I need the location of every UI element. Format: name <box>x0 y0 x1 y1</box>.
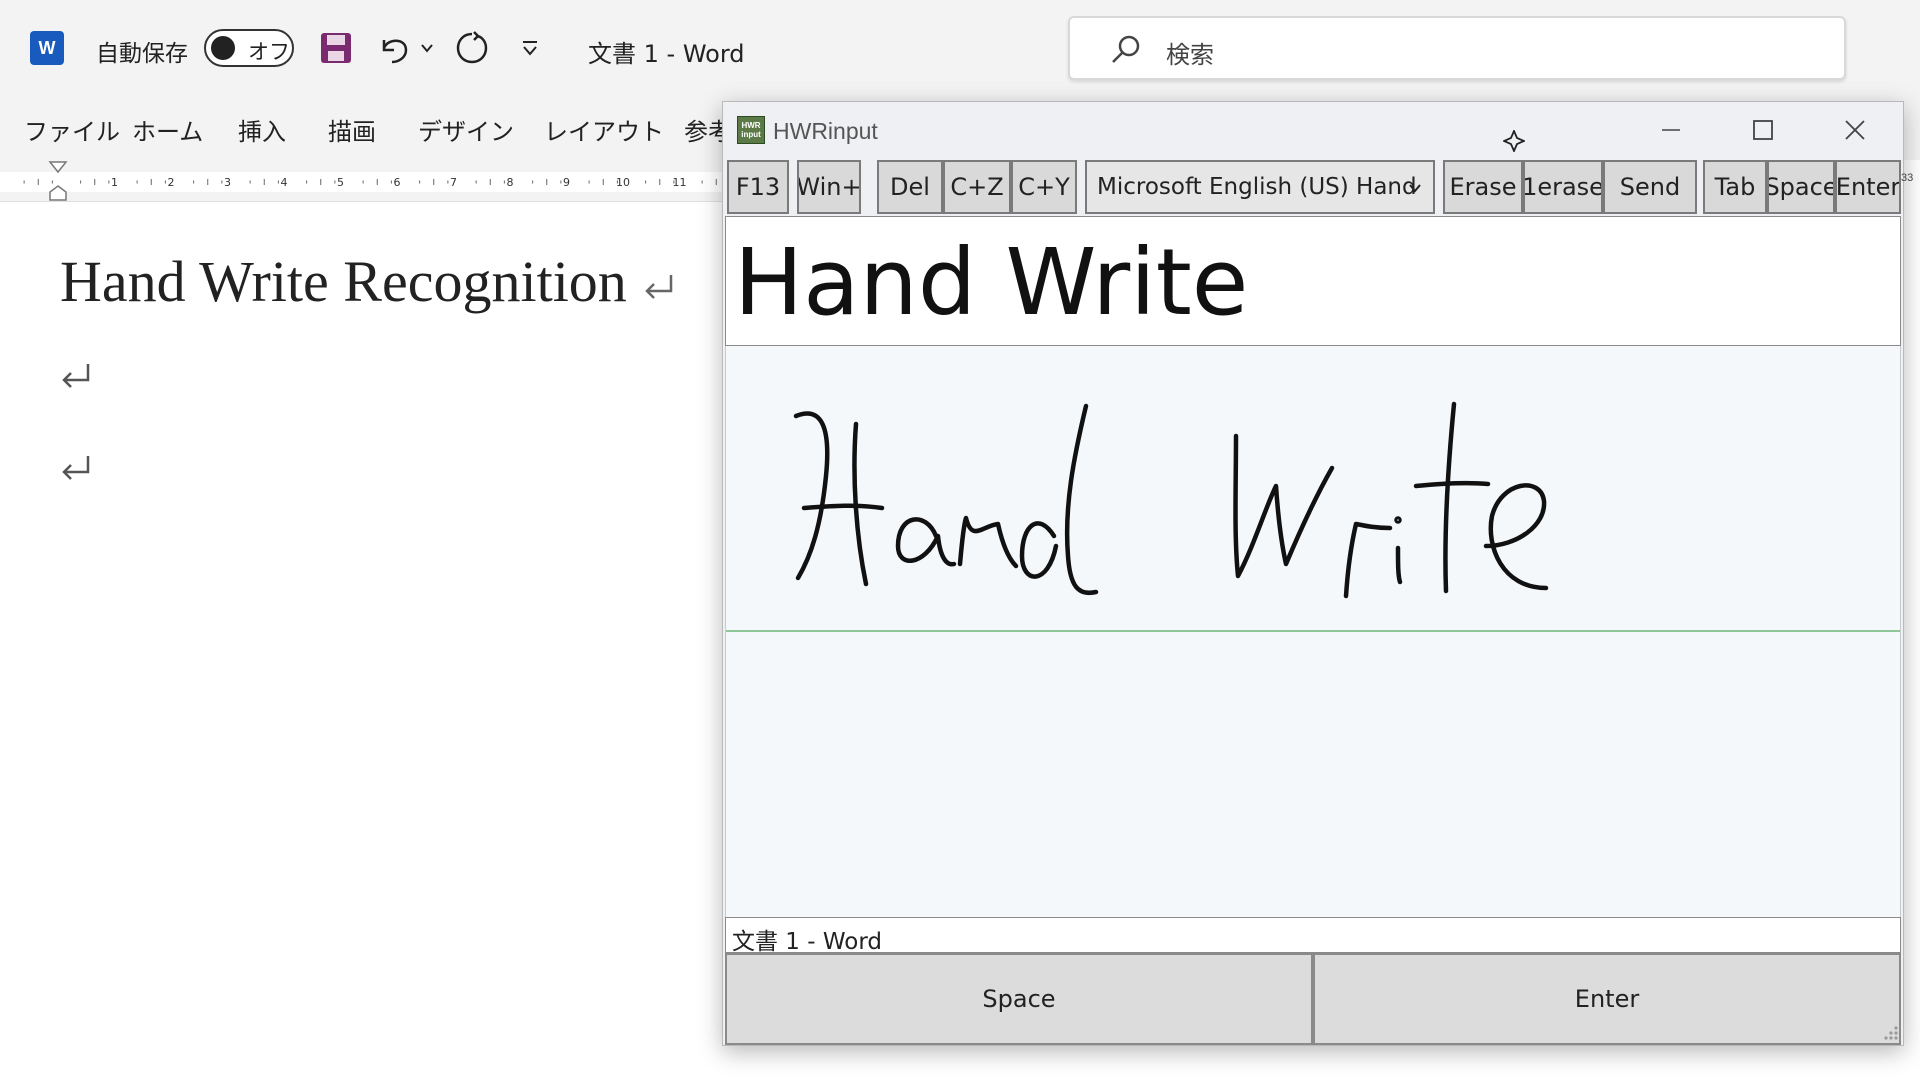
word-titlebar: W 自動保存 オフ 文書 1 - Word 検索 <box>0 0 1920 98</box>
horizontal-ruler[interactable]: 1 2 3 4 5 6 7 8 9 10 11 <box>0 160 725 202</box>
delete-button[interactable]: Del <box>877 160 943 214</box>
ruler-number: 7 <box>450 176 457 189</box>
autosave-state: オフ <box>248 40 290 64</box>
target-window-text: 文書 1 - Word <box>732 929 882 955</box>
maximize-icon <box>1753 120 1773 140</box>
f13-button[interactable]: F13 <box>727 160 789 214</box>
resize-grip-icon[interactable] <box>1879 1021 1899 1041</box>
undo-dropdown-icon[interactable] <box>414 28 440 68</box>
ruler-number: 6 <box>394 176 401 189</box>
target-window-field: 文書 1 - Word <box>725 917 1901 955</box>
redo-icon[interactable] <box>452 28 492 68</box>
recognizer-dropdown[interactable]: Microsoft English (US) Hand <box>1085 160 1435 214</box>
ruler-number: 4 <box>281 176 288 189</box>
close-icon <box>1845 120 1865 140</box>
tab-design[interactable]: デザイン <box>418 112 514 147</box>
document-page[interactable]: Hand Write Recognition <box>0 202 725 1080</box>
enter-key-button[interactable]: Enter <box>1835 160 1901 214</box>
chevron-down-icon <box>1409 184 1421 193</box>
redo-ctrl-y-button[interactable]: C+Y <box>1011 160 1077 214</box>
bottom-enter-button[interactable]: Enter <box>1313 953 1901 1045</box>
tab-key-button[interactable]: Tab <box>1703 160 1767 214</box>
tab-layout[interactable]: レイアウト <box>544 112 664 147</box>
search-placeholder: 検索 <box>1166 41 1214 69</box>
ruler-number: 5 <box>337 176 344 189</box>
save-icon[interactable] <box>316 28 356 68</box>
undo-ctrl-z-button[interactable]: C+Z <box>943 160 1011 214</box>
ruler-track: 1 2 3 4 5 6 7 8 9 10 11 <box>0 172 725 192</box>
handwriting-ink <box>793 401 1549 599</box>
heading-text: Hand Write Recognition <box>60 249 627 314</box>
tab-insert[interactable]: 挿入 <box>238 112 286 147</box>
search-icon <box>1112 35 1140 63</box>
minimize-button[interactable] <box>1649 110 1693 150</box>
one-erase-button[interactable]: 1erase <box>1523 160 1603 214</box>
paragraph-mark-icon <box>645 274 673 299</box>
undo-icon[interactable] <box>374 28 414 68</box>
edge-number: 33 <box>1901 172 1914 184</box>
bottom-space-button[interactable]: Space <box>725 953 1313 1045</box>
win-key-button[interactable]: Win+ <box>797 160 861 214</box>
baseline-guide <box>726 630 1900 632</box>
ruler-number: 1 <box>111 176 118 189</box>
hwr-app-icon: HWR input <box>737 116 765 144</box>
tab-file[interactable]: ファイル <box>24 112 120 147</box>
recognition-result[interactable]: Hand Write <box>725 216 1901 346</box>
ruler-number: 8 <box>507 176 514 189</box>
autosave-label: 自動保存 <box>96 41 188 67</box>
send-button[interactable]: Send <box>1603 160 1697 214</box>
search-input[interactable]: 検索 <box>1068 16 1846 80</box>
word-logo-icon: W <box>30 31 64 65</box>
document-heading[interactable]: Hand Write Recognition <box>60 248 677 315</box>
handwriting-canvas[interactable] <box>725 346 1901 917</box>
close-button[interactable] <box>1833 110 1877 150</box>
paragraph-mark-icon <box>62 456 90 480</box>
ruler-number: 9 <box>563 176 570 189</box>
hwr-window-title: HWRinput <box>773 118 878 144</box>
hwrinput-window[interactable]: HWR input HWRinput F13 Win+ Del C+Z C+Y … <box>722 101 1913 1046</box>
ruler-number: 2 <box>168 176 175 189</box>
document-title: 文書 1 - Word <box>588 40 745 68</box>
paragraph-mark-icon <box>62 364 90 388</box>
toggle-knob <box>211 36 235 60</box>
move-cursor-icon <box>1503 130 1525 152</box>
customize-qat-icon[interactable] <box>510 28 550 68</box>
minimize-icon <box>1662 129 1680 131</box>
recognizer-selected: Microsoft English (US) Hand <box>1097 174 1417 200</box>
ruler-number: 11 <box>673 176 687 189</box>
ruler-ticks: 1 2 3 4 5 6 7 8 9 10 11 <box>23 176 717 189</box>
result-text: Hand Write <box>734 229 1249 336</box>
maximize-button[interactable] <box>1741 110 1785 150</box>
erase-button[interactable]: Erase <box>1443 160 1523 214</box>
hwr-toolbar: F13 Win+ Del C+Z C+Y Microsoft English (… <box>723 158 1903 216</box>
hwr-titlebar[interactable]: HWR input HWRinput <box>723 102 1903 158</box>
tab-home[interactable]: ホーム <box>132 112 203 147</box>
indent-marker-icon[interactable] <box>48 160 68 202</box>
ruler-number: 3 <box>224 176 231 189</box>
tab-draw[interactable]: 描画 <box>328 112 376 147</box>
autosave-toggle[interactable]: オフ <box>204 29 294 67</box>
space-key-button[interactable]: Space <box>1767 160 1835 214</box>
ruler-number: 10 <box>616 176 630 189</box>
